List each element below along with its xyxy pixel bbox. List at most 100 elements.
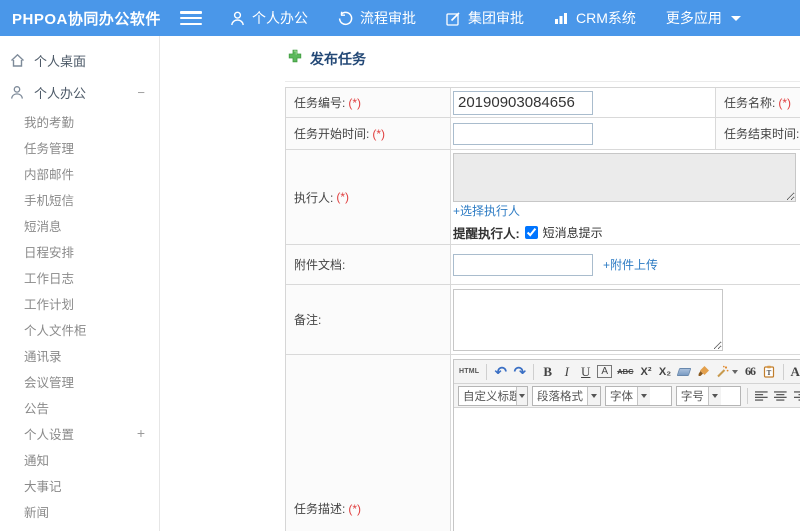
eraser-icon[interactable] xyxy=(676,363,692,381)
font-size-select[interactable]: 字号 xyxy=(675,385,741,406)
attachment-label: 附件文档: xyxy=(286,245,451,284)
top-nav: 个人办公 流程审批 集团审批 CRM系统 更多应用 xyxy=(230,8,741,28)
underline-button[interactable]: U xyxy=(578,363,593,381)
font-family-select[interactable]: 字体 xyxy=(605,385,672,406)
nav-label: 流程审批 xyxy=(360,10,416,26)
nav-label: 集团审批 xyxy=(468,10,524,26)
executor-textarea[interactable] xyxy=(453,153,796,202)
choose-executor-link[interactable]: +选择执行人 xyxy=(453,202,520,219)
nav-more-apps[interactable]: 更多应用 xyxy=(666,8,741,28)
attachment-input[interactable] xyxy=(453,253,593,276)
form-row-executor: 执行人: (*) +选择执行人 提醒执行人: 短消息提示 xyxy=(286,150,800,245)
task-name-label: 任务名称: (*) xyxy=(716,88,800,117)
task-number-input[interactable] xyxy=(453,90,593,115)
required-mark: (*) xyxy=(336,190,350,204)
nav-label: 个人办公 xyxy=(252,10,308,26)
sidebar-item-my-attendance[interactable]: 我的考勤 xyxy=(0,108,159,134)
sidebar-item-personal-desktop[interactable]: 个人桌面 xyxy=(0,44,159,76)
attachment-upload-link[interactable]: +附件上传 xyxy=(603,256,658,273)
user-icon xyxy=(230,11,245,26)
sidebar-item-vote[interactable]: 投票 xyxy=(0,524,159,531)
italic-button[interactable]: I xyxy=(559,363,574,381)
remark-textarea[interactable] xyxy=(453,289,723,351)
sidebar-item-announcement[interactable]: 公告 xyxy=(0,394,159,420)
editor-toolbar-row-1: HTML ↶ ↷ B I U A ABC X² X₂ 66 T A xyxy=(454,360,800,384)
sidebar-item-contacts[interactable]: 通讯录 xyxy=(0,342,159,368)
nav-crm-system[interactable]: CRM系统 xyxy=(554,8,636,28)
align-left-icon[interactable] xyxy=(754,387,770,405)
sms-tip-checkbox[interactable] xyxy=(524,226,538,239)
executor-label: 执行人: (*) xyxy=(286,150,451,244)
collapse-icon[interactable]: − xyxy=(137,85,145,100)
sidebar-item-internal-mail[interactable]: 内部邮件 xyxy=(0,160,159,186)
font-color-button[interactable]: A xyxy=(790,363,800,381)
nav-label: CRM系统 xyxy=(576,10,636,26)
nav-personal-office[interactable]: 个人办公 xyxy=(230,8,308,28)
sidebar-item-task-management[interactable]: 任务管理 xyxy=(0,134,159,160)
start-time-input[interactable] xyxy=(453,122,593,145)
chevron-down-icon xyxy=(587,386,600,405)
sidebar-item-news[interactable]: 新闻 xyxy=(0,498,159,524)
required-mark: (*) xyxy=(348,501,362,516)
form-row-remark: 备注: xyxy=(286,285,800,355)
format-painter-icon[interactable] xyxy=(696,363,711,381)
nav-label: 更多应用 xyxy=(665,10,722,26)
subscript-button[interactable]: X₂ xyxy=(658,363,673,381)
chevron-down-icon xyxy=(707,386,721,405)
form-row-task-time: 任务开始时间:(*) 任务结束时间:(*) xyxy=(286,118,800,150)
html-source-button[interactable]: HTML xyxy=(458,363,480,381)
editor-toolbar-row-2: 自定义标题 段落格式 字体 字号 xyxy=(454,384,800,408)
sidebar-item-label: 个人桌面 xyxy=(34,53,87,69)
blockquote-button[interactable]: 66 xyxy=(743,363,758,381)
required-mark: (*) xyxy=(348,95,362,110)
remind-executor-label: 提醒执行人: xyxy=(453,227,520,241)
paste-from-word-icon[interactable]: T xyxy=(762,363,777,381)
start-time-label: 任务开始时间: (*) xyxy=(286,118,451,149)
sidebar-item-schedule[interactable]: 日程安排 xyxy=(0,238,159,264)
sidebar-item-short-message[interactable]: 短消息 xyxy=(0,212,159,238)
required-mark: (*) xyxy=(372,126,386,141)
custom-title-select[interactable]: 自定义标题 xyxy=(458,385,528,406)
font-style-button[interactable]: A xyxy=(597,365,613,378)
page-title: 发布任务 xyxy=(310,50,366,67)
sidebar-item-mobile-sms[interactable]: 手机短信 xyxy=(0,186,159,212)
bold-button[interactable]: B xyxy=(540,363,555,381)
remark-label: 备注: xyxy=(286,285,451,354)
edit-icon xyxy=(446,11,461,26)
task-number-label: 任务编号: (*) xyxy=(286,88,451,117)
strikethrough-button[interactable]: ABC xyxy=(616,363,634,381)
required-mark: (*) xyxy=(778,95,792,110)
expand-icon[interactable]: + xyxy=(137,425,145,441)
sms-tip-label: 短消息提示 xyxy=(542,226,603,240)
add-plus-icon xyxy=(288,49,302,68)
sidebar-item-work-plan[interactable]: 工作计划 xyxy=(0,290,159,316)
sidebar-item-personal-file-cabinet[interactable]: 个人文件柜 xyxy=(0,316,159,342)
sidebar-item-notification[interactable]: 通知 xyxy=(0,446,159,472)
sidebar-item-work-log[interactable]: 工作日志 xyxy=(0,264,159,290)
sidebar-item-meeting-management[interactable]: 会议管理 xyxy=(0,368,159,394)
undo-icon[interactable]: ↶ xyxy=(493,363,508,381)
sidebar-item-personal-settings[interactable]: 个人设置 + xyxy=(0,420,159,446)
publish-task-form: 任务编号:(*) 任务名称:(*) 任务开始时间:(*) 任务结束时间:(*) xyxy=(285,87,800,531)
nav-workflow-approval[interactable]: 流程审批 xyxy=(338,8,416,28)
superscript-button[interactable]: X² xyxy=(639,363,654,381)
sidebar-item-memorabilia[interactable]: 大事记 xyxy=(0,472,159,498)
form-row-attachment: 附件文档: +附件上传 xyxy=(286,245,800,285)
nav-group-approval[interactable]: 集团审批 xyxy=(446,8,524,28)
magic-wand-icon[interactable] xyxy=(715,363,739,381)
paragraph-format-select[interactable]: 段落格式 xyxy=(532,385,601,406)
history-icon xyxy=(338,11,353,26)
chevron-down-icon xyxy=(515,386,527,405)
align-right-icon[interactable] xyxy=(793,387,800,405)
app-logo: PHPOA协同办公软件 xyxy=(12,10,161,28)
sidebar-item-label: 个人办公 xyxy=(34,85,87,101)
chevron-down-icon xyxy=(637,386,650,405)
redo-icon[interactable]: ↷ xyxy=(512,363,527,381)
sidebar-item-personal-office[interactable]: 个人办公 − xyxy=(0,76,159,108)
sidebar: 个人桌面 个人办公 − 我的考勤 任务管理 内部邮件 手机短信 短消息 日程安排… xyxy=(0,36,160,531)
menu-toggle-icon[interactable] xyxy=(180,11,202,25)
bar-chart-icon xyxy=(554,11,569,25)
svg-text:T: T xyxy=(767,369,772,377)
align-center-icon[interactable] xyxy=(773,387,789,405)
editor-content-area[interactable] xyxy=(454,408,800,531)
